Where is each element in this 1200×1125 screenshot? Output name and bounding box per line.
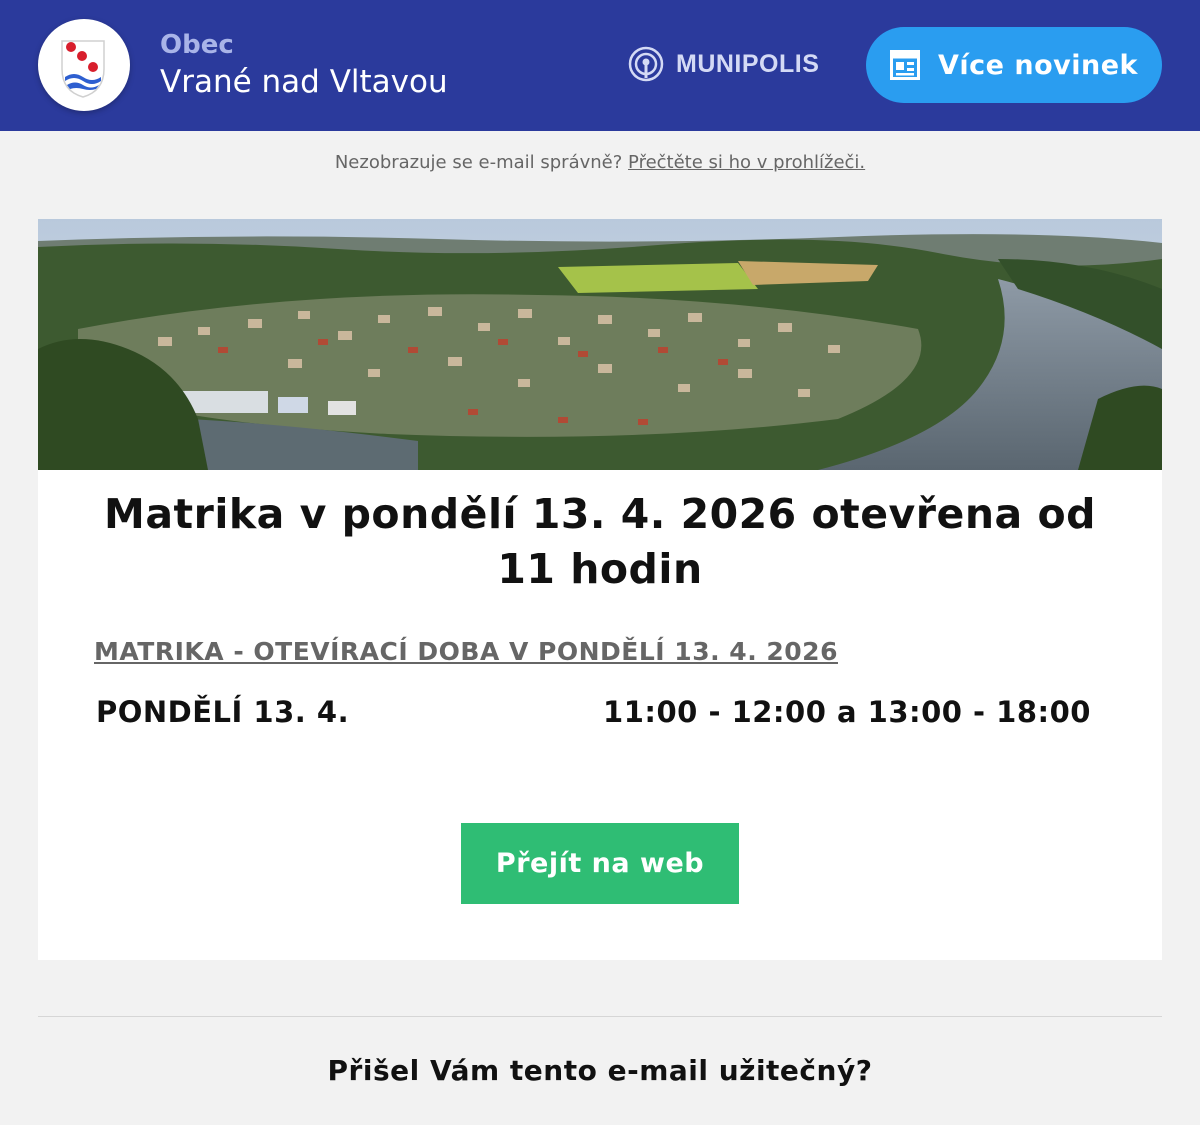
preheader: Nezobrazuje se e-mail správně? Přečtěte …: [0, 152, 1200, 173]
org-name-label: Vrané nad Vltavou: [160, 64, 448, 100]
section-heading-link[interactable]: MATRIKA - OTEVÍRACÍ DOBA V PONDĚLÍ 13. 4…: [94, 637, 838, 666]
munipolis-brand[interactable]: MUNIPOLIS: [627, 45, 819, 83]
header-bar: Obec Vrané nad Vltavou MUNIPOLIS Více no…: [0, 0, 1200, 131]
hero-image: [38, 219, 1162, 470]
article-card: Matrika v pondělí 13. 4. 2026 otevřena o…: [38, 219, 1162, 960]
preheader-text: Nezobrazuje se e-mail správně?: [334, 152, 623, 173]
footer-divider: [38, 1016, 1162, 1017]
coat-of-arms-icon[interactable]: [38, 19, 130, 111]
opening-hours-row: PONDĚLÍ 13. 4. 11:00 - 12:00 a 13:00 - 1…: [96, 695, 1091, 731]
org-kind-label: Obec: [160, 30, 234, 60]
more-news-label: Více novinek: [938, 49, 1138, 81]
go-to-web-button[interactable]: Přejít na web: [461, 823, 739, 904]
broadcast-icon: [628, 46, 664, 82]
hours-time: 11:00 - 12:00 a 13:00 - 18:00: [603, 695, 1091, 729]
more-news-button[interactable]: Více novinek: [866, 27, 1162, 103]
view-in-browser-link[interactable]: Přečtěte si ho v prohlížeči.: [628, 152, 865, 173]
brand-name: MUNIPOLIS: [676, 49, 820, 78]
article-title: Matrika v pondělí 13. 4. 2026 otevřena o…: [104, 490, 1096, 593]
newspaper-icon: [890, 50, 920, 80]
feedback-question: Přišel Vám tento e-mail užitečný?: [327, 1054, 873, 1087]
hours-day: PONDĚLÍ 13. 4.: [96, 695, 350, 729]
